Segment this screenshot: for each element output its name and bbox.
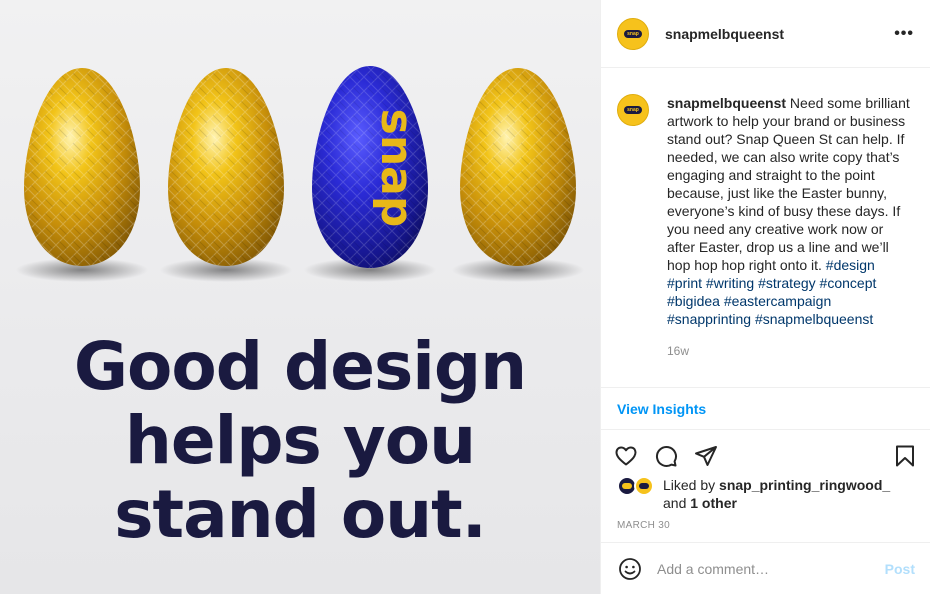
blue-snap-egg: snap xyxy=(312,66,428,268)
post-comment-button[interactable]: Post xyxy=(885,561,915,577)
image-headline: Good design helps you stand out. xyxy=(0,330,600,552)
comment-icon[interactable] xyxy=(653,443,679,469)
hashtag[interactable]: #strategy xyxy=(758,275,816,291)
more-horizontal-icon[interactable]: ••• xyxy=(894,25,914,43)
hashtag[interactable]: #design xyxy=(826,257,875,273)
post-image[interactable]: snap Good design helps you stand out. xyxy=(0,0,600,594)
likes-row: Liked by snap_printing_ringwood_ and 1 o… xyxy=(601,476,930,512)
profile-avatar[interactable]: snap xyxy=(617,17,649,50)
post-date[interactable]: MARCH 30 xyxy=(601,520,930,531)
bookmark-icon[interactable] xyxy=(892,443,918,469)
comment-input[interactable] xyxy=(657,560,885,577)
gold-egg-1 xyxy=(24,68,140,266)
view-insights-link[interactable]: View Insights xyxy=(617,401,706,417)
caption-avatar[interactable]: snap xyxy=(617,94,649,126)
hashtag[interactable]: #snapmelbqueenst xyxy=(755,311,873,327)
egg-snap-label: snap xyxy=(371,109,422,228)
share-icon[interactable] xyxy=(693,443,719,469)
liker-avatars[interactable] xyxy=(617,476,657,496)
headline-line-1: Good design xyxy=(73,328,527,405)
hashtag[interactable]: #print xyxy=(667,275,702,291)
post-header: snap snapmelbqueenst ••• xyxy=(601,0,930,68)
insights-row: View Insights xyxy=(601,388,930,430)
avatar-logo: snap xyxy=(624,29,642,38)
header-username[interactable]: snapmelbqueenst xyxy=(665,26,894,42)
easter-eggs-illustration: snap xyxy=(16,66,584,282)
comment-bar: Post xyxy=(601,542,930,594)
caption-text: Need some brilliant artwork to help your… xyxy=(667,95,910,273)
hashtag[interactable]: #bigidea xyxy=(667,293,720,309)
avatar-logo: snap xyxy=(624,106,642,114)
gold-egg-2 xyxy=(168,68,284,266)
caption-username[interactable]: snapmelbqueenst xyxy=(667,95,786,111)
caption-body: snapmelbqueenst Need some brilliant artw… xyxy=(667,94,913,387)
post-side-panel: snap snapmelbqueenst ••• snap snapmelbqu… xyxy=(600,0,930,594)
gold-egg-3 xyxy=(460,68,576,266)
likes-text: Liked by snap_printing_ringwood_ and 1 o… xyxy=(663,477,891,511)
caption-section: snap snapmelbqueenst Need some brilliant… xyxy=(601,68,930,388)
caption-timestamp[interactable]: 16w xyxy=(667,342,913,360)
hashtag[interactable]: #concept xyxy=(820,275,877,291)
hashtag[interactable]: #writing xyxy=(706,275,754,291)
likes-others-link[interactable]: 1 other xyxy=(690,495,737,511)
hashtag[interactable]: #eastercampaign xyxy=(724,293,831,309)
liker-username[interactable]: snap_printing_ringwood_ xyxy=(719,477,890,493)
headline-line-3: stand out. xyxy=(114,476,487,553)
heart-icon[interactable] xyxy=(613,443,639,469)
headline-line-2: helps you xyxy=(124,402,476,479)
hashtag[interactable]: #snapprinting xyxy=(667,311,751,327)
emoji-icon[interactable] xyxy=(617,556,643,582)
action-bar xyxy=(601,436,930,476)
liker-avatar xyxy=(634,476,654,496)
